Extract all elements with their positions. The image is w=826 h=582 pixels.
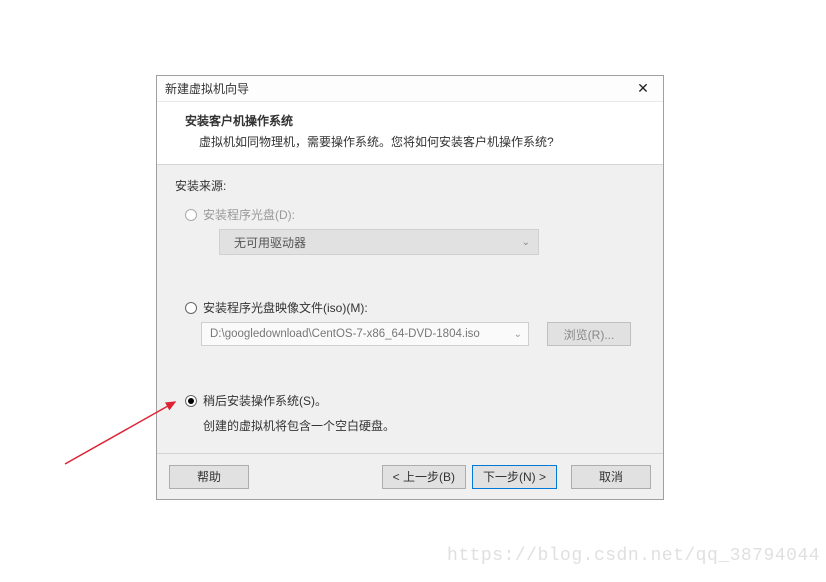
- cancel-button[interactable]: 取消: [571, 465, 651, 489]
- option-disc-label: 安装程序光盘(D):: [203, 206, 295, 223]
- content-area: 安装来源: 安装程序光盘(D): 无可用驱动器 ⌄ 安装程序光盘映像文件(iso…: [157, 165, 663, 453]
- cancel-label: 取消: [599, 468, 623, 485]
- disc-drive-value: 无可用驱动器: [234, 234, 306, 251]
- help-label: 帮助: [197, 468, 221, 485]
- install-source-label: 安装来源:: [175, 177, 645, 194]
- chevron-down-icon: ⌄: [514, 329, 522, 340]
- iso-path-value: D:\googledownload\CentOS-7-x86_64-DVD-18…: [210, 328, 480, 340]
- page-title: 安装客户机操作系统: [185, 112, 641, 129]
- radio-iso[interactable]: [185, 302, 197, 314]
- watermark: https://blog.csdn.net/qq_38794044: [447, 546, 820, 566]
- iso-row: D:\googledownload\CentOS-7-x86_64-DVD-18…: [201, 322, 645, 346]
- next-button[interactable]: 下一步(N) >: [472, 465, 557, 489]
- browse-button: 浏览(R)...: [547, 322, 631, 346]
- header-area: 安装客户机操作系统 虚拟机如同物理机，需要操作系统。您将如何安装客户机操作系统?: [157, 102, 663, 164]
- option-later-label: 稍后安装操作系统(S)。: [203, 392, 327, 409]
- next-label: 下一步(N) >: [483, 468, 546, 485]
- wizard-dialog: 新建虚拟机向导 ✕ 安装客户机操作系统 虚拟机如同物理机，需要操作系统。您将如何…: [156, 75, 664, 500]
- page-subtitle: 虚拟机如同物理机，需要操作系统。您将如何安装客户机操作系统?: [185, 133, 641, 150]
- iso-path-combo[interactable]: D:\googledownload\CentOS-7-x86_64-DVD-18…: [201, 322, 529, 346]
- help-button[interactable]: 帮助: [169, 465, 249, 489]
- browse-label: 浏览(R)...: [564, 326, 615, 343]
- close-icon: ✕: [637, 80, 649, 97]
- option-disc-row: 安装程序光盘(D):: [185, 206, 645, 223]
- radio-disc: [185, 209, 197, 221]
- radio-later[interactable]: [185, 395, 197, 407]
- later-note: 创建的虚拟机将包含一个空白硬盘。: [203, 417, 645, 434]
- close-button[interactable]: ✕: [629, 79, 657, 99]
- back-button[interactable]: < 上一步(B): [382, 465, 466, 489]
- button-bar: 帮助 < 上一步(B) 下一步(N) > 取消: [157, 453, 663, 499]
- disc-drive-dropdown: 无可用驱动器 ⌄: [219, 229, 539, 255]
- titlebar: 新建虚拟机向导 ✕: [157, 76, 663, 102]
- option-iso-row[interactable]: 安装程序光盘映像文件(iso)(M):: [185, 299, 645, 316]
- option-later-row[interactable]: 稍后安装操作系统(S)。: [185, 392, 645, 409]
- option-iso-label: 安装程序光盘映像文件(iso)(M):: [203, 299, 368, 316]
- window-title: 新建虚拟机向导: [165, 80, 249, 97]
- chevron-down-icon: ⌄: [522, 237, 530, 248]
- back-label: < 上一步(B): [393, 468, 455, 485]
